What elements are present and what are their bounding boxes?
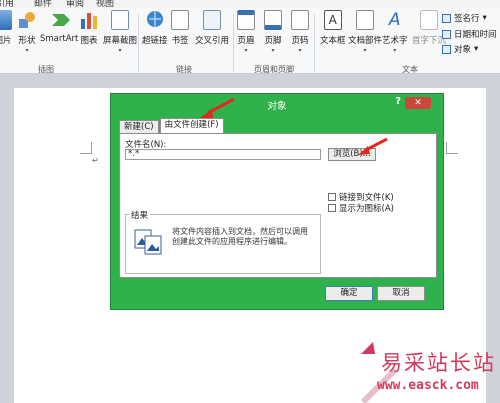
group-label-header-footer: 页眉和页脚 <box>254 65 294 74</box>
group-label-links: 链接 <box>176 65 192 74</box>
tab-view[interactable]: 视图 <box>96 0 114 8</box>
chevron-down-icon: ▾ <box>25 47 29 54</box>
footer-button[interactable]: 页脚 ▾ <box>264 10 282 54</box>
group-label-text: 文本 <box>402 65 418 74</box>
crossref-icon <box>203 10 221 30</box>
chevron-down-icon: ▾ <box>363 47 367 54</box>
tab-mailings[interactable]: 邮件 <box>34 0 52 8</box>
smartart-icon <box>50 10 71 30</box>
signature-icon <box>442 13 451 23</box>
tab-review[interactable]: 审阅 <box>66 0 84 8</box>
group-separator <box>138 14 139 72</box>
help-button[interactable]: ? <box>395 96 401 107</box>
chevron-down-icon: ▾ <box>474 44 479 54</box>
tab-references[interactable]: 引用 <box>0 0 14 8</box>
watermark-url: www.easck.com <box>377 378 479 393</box>
smartart-button[interactable]: SmartArt <box>40 10 78 44</box>
dropcap-button[interactable]: 首字下沉 <box>412 10 446 46</box>
object-dialog: 对象 ? ✕ 新建(C) 由文件创建(F) 文件名(N): *.* 浏览(B).… <box>110 93 444 310</box>
chevron-down-icon: ▾ <box>393 47 397 54</box>
group-label-illustrations: 插图 <box>38 65 54 74</box>
quickparts-button[interactable]: 文档部件 ▾ <box>348 10 382 54</box>
result-description: 将文件内容插入到文档，然后可以调用创建此文件的应用程序进行编辑。 <box>172 227 308 246</box>
chevron-down-icon: ▾ <box>298 47 302 54</box>
footer-icon <box>264 10 282 30</box>
dialog-titlebar[interactable]: 对象 ? ✕ <box>111 94 443 112</box>
chevron-down-icon: ▾ <box>244 47 248 54</box>
shapes-icon <box>18 10 36 30</box>
result-groupbox: 结果 将文件内容插入到文档，然后可以调用创建此文件的应用程序进行编辑。 <box>125 209 321 274</box>
hyperlink-icon <box>146 10 164 30</box>
chevron-down-icon: ▾ <box>482 13 487 23</box>
wordart-button[interactable]: A 艺术字 ▾ <box>382 10 408 54</box>
ribbon: 图片 形状 ▾ SmartArt 图表 屏幕截图 ▾ 插图 超链接 书签 <box>0 8 500 74</box>
shapes-button[interactable]: 形状 ▾ <box>18 10 36 54</box>
filename-input[interactable]: *.* <box>125 149 321 160</box>
screenshot-button[interactable]: 屏幕截图 ▾ <box>103 10 137 54</box>
picture-button[interactable]: 图片 <box>0 10 12 46</box>
wordart-icon: A <box>388 10 401 30</box>
quickparts-icon <box>356 10 374 30</box>
bookmark-icon <box>171 10 189 30</box>
insert-file-icon <box>134 229 162 255</box>
bookmark-button[interactable]: 书签 <box>171 10 189 46</box>
pagenum-button[interactable]: 页码 ▾ <box>291 10 309 54</box>
object-command[interactable]: 对象 ▾ <box>442 43 478 55</box>
hyperlink-button[interactable]: 超链接 <box>142 10 168 46</box>
ribbon-tab-strip: 引用 邮件 审阅 视图 <box>0 0 500 8</box>
group-separator <box>233 14 234 72</box>
dialog-title: 对象 <box>267 101 287 112</box>
picture-icon <box>0 10 12 30</box>
result-label: 结果 <box>129 209 151 221</box>
annotation-arrow-icon <box>200 97 235 118</box>
pagenum-icon <box>291 10 309 30</box>
tab-create-new[interactable]: 新建(C) <box>119 120 159 133</box>
cancel-button[interactable]: 取消 <box>377 286 425 301</box>
date-time-command[interactable]: 日期和时间 <box>442 28 497 40</box>
calendar-icon <box>442 29 451 39</box>
margin-corner-mark <box>446 142 458 154</box>
chart-icon <box>80 10 98 30</box>
annotation-arrow-icon <box>358 137 388 155</box>
signature-line-command[interactable]: 签名行 ▾ <box>442 12 487 24</box>
margin-corner-mark <box>80 142 92 154</box>
textbox-button[interactable]: A 文本框 <box>320 10 346 46</box>
link-to-file-checkbox[interactable] <box>328 193 336 201</box>
watermark-title: 易采站长站 <box>381 351 496 375</box>
site-watermark: 易采站长站 www.easck.com <box>355 340 500 403</box>
display-as-icon-option[interactable]: 显示为图标(A) <box>328 202 394 214</box>
header-button[interactable]: 页眉 ▾ <box>237 10 255 54</box>
ok-button[interactable]: 确定 <box>325 286 373 301</box>
close-button[interactable]: ✕ <box>405 97 431 109</box>
chevron-down-icon: ▾ <box>118 47 122 54</box>
paragraph-mark: ↵ <box>92 156 99 165</box>
display-as-icon-checkbox[interactable] <box>328 204 336 212</box>
chart-button[interactable]: 图表 <box>80 10 98 46</box>
object-icon <box>442 44 451 54</box>
chevron-down-icon: ▾ <box>271 47 275 54</box>
header-icon <box>237 10 255 30</box>
textbox-icon: A <box>323 10 342 30</box>
screenshot-icon <box>111 10 129 30</box>
group-separator <box>314 14 315 72</box>
crossref-button[interactable]: 交叉引用 <box>195 10 229 46</box>
dropcap-icon <box>420 10 438 30</box>
